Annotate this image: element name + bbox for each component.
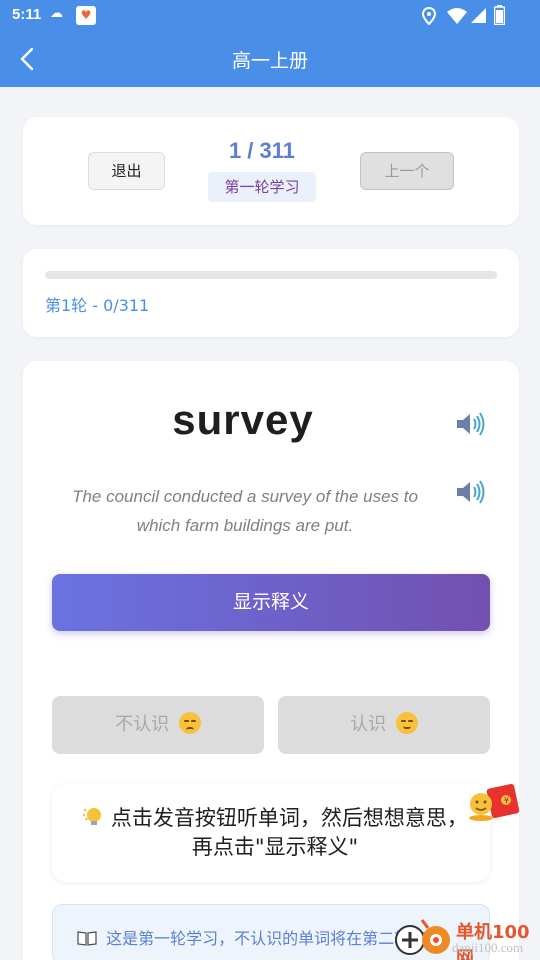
word-counter: 1 / 311 (228, 138, 296, 163)
progress-text: 第1轮 - 0/311 (45, 296, 150, 315)
frown-emoji-icon (178, 712, 201, 734)
lightbulb-icon (83, 808, 102, 825)
tip-text: 点击发音按钮听单词，然后想想意思，再点击"显示释义" (110, 806, 468, 859)
show-meaning-button[interactable]: 显示释义 (52, 574, 490, 631)
app-bar: 高一上册 (0, 32, 540, 87)
watermark: 单机100网 danji100.com (392, 914, 540, 960)
known-label: 认识 (350, 714, 387, 735)
word-text: survey (172, 396, 314, 443)
book-icon (77, 930, 97, 946)
status-time: 5:11 (12, 6, 42, 23)
previous-button[interactable]: 上一个 (360, 152, 454, 190)
progress-bar (45, 271, 497, 279)
tip-card: 点击发音按钮听单词，然后想想意思，再点击"显示释义" (52, 784, 490, 882)
signal-icon (471, 8, 486, 23)
round-badge: 第一轮学习 (208, 172, 316, 202)
svg-text:¥: ¥ (504, 796, 509, 805)
watermark-url: danji100.com (452, 940, 524, 955)
tip-container: 点击发音按钮听单词，然后想想意思，再点击"显示释义" (80, 804, 470, 862)
sentence-speaker-icon[interactable] (455, 479, 487, 505)
wifi-icon (447, 8, 467, 24)
smile-emoji-icon (395, 712, 418, 734)
red-packet-icon[interactable]: ¥ (467, 782, 525, 824)
exit-button[interactable]: 退出 (88, 152, 165, 190)
battery-icon (494, 5, 505, 25)
page-title: 高一上册 (231, 50, 308, 72)
cloud-icon: ☁ (50, 6, 63, 21)
known-button[interactable]: 认识 (278, 696, 490, 754)
app-notification-icon: ♥ (76, 6, 96, 25)
unknown-button[interactable]: 不认识 (52, 696, 264, 754)
status-bar: 5:11 ☁ ♥ (0, 0, 540, 32)
example-sentence: The council conducted a survey of the us… (72, 487, 418, 535)
unknown-label: 不认识 (115, 714, 170, 735)
info-container: 这是第一轮学习，不认识的单词将在第二轮复习 (77, 925, 442, 949)
word-speaker-icon[interactable] (455, 411, 487, 437)
watermark-logo-icon (395, 919, 450, 955)
location-icon (422, 7, 436, 25)
